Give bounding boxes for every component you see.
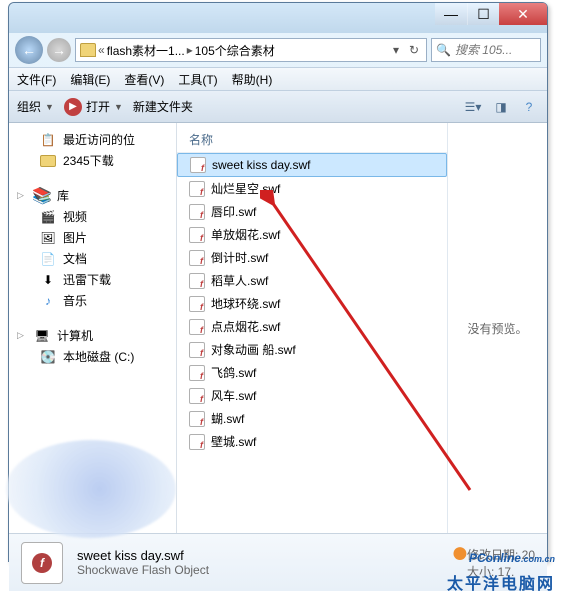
library-icon: 📚 (33, 188, 51, 204)
file-item[interactable]: sweet kiss day.swf (177, 153, 447, 177)
xunlei-icon: ⬇ (39, 272, 57, 288)
search-input[interactable] (455, 43, 525, 57)
expand-icon[interactable]: ▷ (17, 330, 27, 341)
swf-icon (189, 296, 205, 312)
file-item[interactable]: 稻草人.swf (177, 269, 447, 292)
sidebar-item-recent[interactable]: 📋最近访问的位 (13, 129, 172, 150)
breadcrumb[interactable]: « flash素材一1... ▸ 105个综合素材 ▾ ↻ (75, 38, 427, 62)
expand-icon[interactable]: ▷ (17, 190, 27, 201)
document-icon: 📄 (39, 251, 57, 267)
sidebar-item-localdisk[interactable]: 💽本地磁盘 (C:) (13, 346, 172, 367)
play-icon: ▶ (64, 98, 82, 116)
maximize-button[interactable]: ☐ (467, 3, 499, 25)
swf-icon (189, 250, 205, 266)
help-icon[interactable]: ? (519, 97, 539, 117)
swf-icon (189, 319, 205, 335)
file-item[interactable]: 灿烂星空.swf (177, 177, 447, 200)
sidebar-item-music[interactable]: ♪音乐 (13, 290, 172, 311)
swf-icon (189, 181, 205, 197)
file-item[interactable]: 风车.swf (177, 384, 447, 407)
search-box[interactable]: 🔍 (431, 38, 541, 62)
sidebar-item-videos[interactable]: 🎬视频 (13, 206, 172, 227)
computer-icon: 🖥 (33, 328, 51, 344)
sidebar-item-pictures[interactable]: 🖼图片 (13, 227, 172, 248)
preview-pane: 没有预览。 (447, 123, 547, 533)
menu-file[interactable]: 文件(F) (17, 71, 56, 88)
file-item[interactable]: 倒计时.swf (177, 246, 447, 269)
file-item[interactable]: 蝴.swf (177, 407, 447, 430)
titlebar: — ☐ ✕ (9, 3, 547, 33)
swf-icon (189, 365, 205, 381)
file-item[interactable]: 地球环绕.swf (177, 292, 447, 315)
folder-icon (80, 43, 96, 57)
file-item[interactable]: 点点烟花.swf (177, 315, 447, 338)
open-button[interactable]: ▶打开▼ (64, 98, 123, 116)
file-type-icon: f (21, 542, 63, 584)
sidebar-item-xunlei[interactable]: ⬇迅雷下载 (13, 269, 172, 290)
breadcrumb-dropdown[interactable]: ▾ (388, 43, 404, 57)
file-item[interactable]: 壁城.swf (177, 430, 447, 453)
forward-button[interactable]: → (47, 38, 71, 62)
swf-icon (189, 411, 205, 427)
watermark: ●PConline.com.cn 太平洋电脑网 (447, 536, 555, 594)
folder-icon (40, 155, 56, 167)
minimize-button[interactable]: — (435, 3, 467, 25)
swf-icon (189, 388, 205, 404)
breadcrumb-item[interactable]: flash素材一1... (107, 42, 185, 59)
swf-icon (189, 434, 205, 450)
file-item[interactable]: 飞鸽.swf (177, 361, 447, 384)
newfolder-button[interactable]: 新建文件夹 (133, 98, 193, 115)
navigation-bar: ← → « flash素材一1... ▸ 105个综合素材 ▾ ↻ 🔍 (9, 33, 547, 67)
back-button[interactable]: ← (15, 36, 43, 64)
sidebar-item-documents[interactable]: 📄文档 (13, 248, 172, 269)
menu-view[interactable]: 查看(V) (124, 71, 164, 88)
breadcrumb-item[interactable]: 105个综合素材 (195, 42, 275, 59)
refresh-icon[interactable]: ↻ (406, 43, 422, 57)
menu-bar: 文件(F) 编辑(E) 查看(V) 工具(T) 帮助(H) (9, 67, 547, 91)
menu-edit[interactable]: 编辑(E) (70, 71, 110, 88)
file-list: 名称 sweet kiss day.swf 灿烂星空.swf 唇印.swf 单放… (177, 123, 447, 533)
no-preview-text: 没有预览。 (467, 320, 527, 337)
file-item[interactable]: 单放烟花.swf (177, 223, 447, 246)
swf-icon (189, 227, 205, 243)
column-header-name[interactable]: 名称 (177, 127, 447, 153)
file-item[interactable]: 对象动画 船.swf (177, 338, 447, 361)
chevron-right-icon: ▸ (187, 43, 193, 57)
swf-icon (189, 273, 205, 289)
organize-button[interactable]: 组织▼ (17, 98, 54, 115)
swf-icon (190, 157, 206, 173)
view-icon[interactable]: ☰▾ (463, 97, 483, 117)
menu-tools[interactable]: 工具(T) (178, 71, 217, 88)
menu-help[interactable]: 帮助(H) (232, 71, 273, 88)
music-icon: ♪ (39, 293, 57, 309)
swf-icon (189, 204, 205, 220)
file-item[interactable]: 唇印.swf (177, 200, 447, 223)
sidebar-item-computer[interactable]: ▷🖥计算机 (13, 325, 172, 346)
breadcrumb-sep: « (98, 43, 105, 57)
video-icon: 🎬 (39, 209, 57, 225)
detail-filename: sweet kiss day.swf (77, 548, 209, 563)
swf-icon (189, 342, 205, 358)
toolbar: 组织▼ ▶打开▼ 新建文件夹 ☰▾ ◨ ? (9, 91, 547, 123)
sidebar: 📋最近访问的位 2345下载 ▷📚库 🎬视频 🖼图片 📄文档 ⬇迅雷下载 ♪音乐… (9, 123, 177, 533)
preview-pane-icon[interactable]: ◨ (491, 97, 511, 117)
detail-filetype: Shockwave Flash Object (77, 563, 209, 577)
obscured-area (180, 490, 440, 520)
sidebar-item-libraries[interactable]: ▷📚库 (13, 185, 172, 206)
disk-icon: 💽 (39, 349, 57, 365)
sidebar-item-downloads[interactable]: 2345下载 (13, 150, 172, 171)
recent-icon: 📋 (39, 132, 57, 148)
picture-icon: 🖼 (39, 230, 57, 246)
close-button[interactable]: ✕ (499, 3, 547, 25)
search-icon: 🔍 (436, 43, 451, 57)
